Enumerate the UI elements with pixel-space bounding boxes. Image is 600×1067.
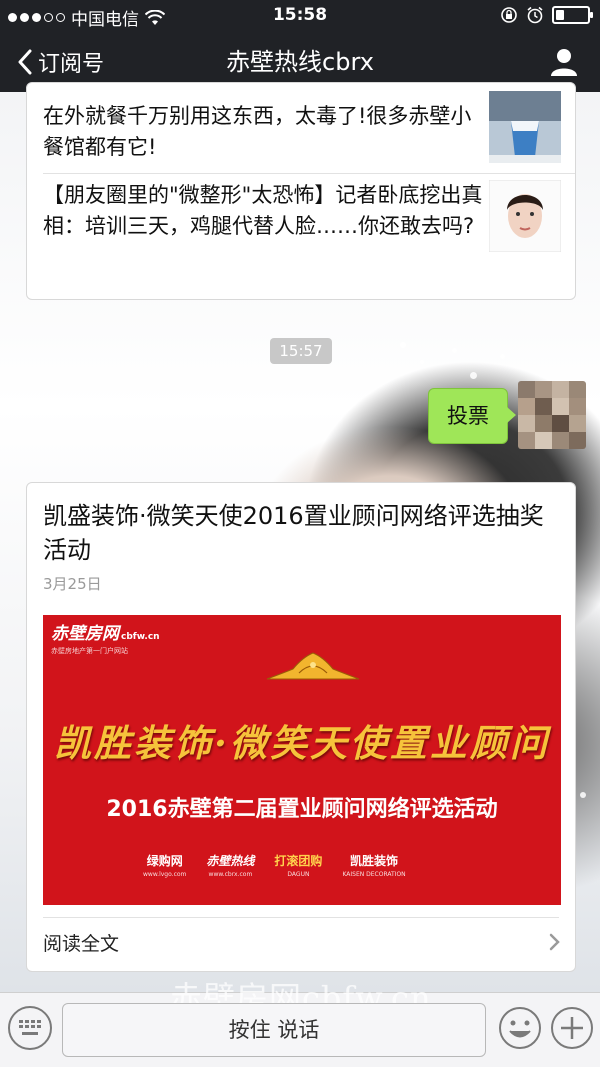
article-list-title: 【朋友圈里的"微整形"太恐怖】记者卧底挖出真相：培训三天，鸡腿代替人脸……你还敢… [43,183,483,238]
article-list-item[interactable]: 【朋友圈里的"微整形"太恐怖】记者卧底挖出真相：培训三天，鸡腿代替人脸……你还敢… [27,174,575,299]
emoji-icon[interactable] [498,1006,542,1050]
avatar[interactable] [518,381,586,449]
sponsor-logo: 绿购网 www.lvgo.com [143,854,187,879]
crown-ornament-icon [266,652,360,680]
sponsor-logo: 赤壁热线 www.cbrx.com [206,854,255,879]
chat-timestamp: 15:57 [270,338,332,364]
face-photo-thumb [489,180,561,252]
alarm-icon [527,6,543,24]
sponsor-logo: 凯胜装饰 KAISEN DECORATION [342,854,406,879]
read-full-article-link[interactable]: 阅读全文 [43,929,119,956]
rotation-lock-icon [501,7,517,23]
cup-photo-thumb [489,91,561,163]
article-list-item[interactable]: 在外就餐千万别用这东西，太毒了!很多赤壁小餐馆都有它! [27,83,575,173]
article-cover-banner: 赤壁房网 cbfw.cn 赤壁房地产第一门户网站 凯胜装饰·微笑天使置业顾问 20… [43,615,561,905]
plus-icon[interactable] [550,1006,594,1050]
divider [43,917,559,918]
banner-logo: 赤壁房网 cbfw.cn 赤壁房地产第一门户网站 [51,624,160,655]
outgoing-message-bubble[interactable]: 投票 [428,388,516,444]
article-title: 凯盛装饰·微笑天使2016置业顾问网络评选抽奖活动 [43,502,544,564]
keyboard-toggle-button[interactable] [8,1006,52,1050]
keyboard-icon [19,1020,41,1035]
sponsor-logo: 打滚团购 DAGUN [274,854,323,879]
chevron-right-icon [549,933,560,951]
battery-icon [552,6,593,24]
hold-to-talk-button[interactable]: 按住 说话 [62,1003,486,1057]
status-bar: 中国电信 15:58 [0,0,600,32]
article-list-card: 在外就餐千万别用这东西，太毒了!很多赤壁小餐馆都有它! 【朋友圈里的"微整形"太… [26,82,576,300]
article-card[interactable]: 凯盛装饰·微笑天使2016置业顾问网络评选抽奖活动 3月25日 赤壁房网 cbfw… [26,482,576,972]
user-profile-icon[interactable] [548,46,580,78]
input-bar: 赤壁房网cbfw.cn 按住 说话 [0,979,600,1067]
sponsor-logos: 绿购网 www.lvgo.com 赤壁热线 www.cbrx.com 打滚团购 DAG… [143,855,406,881]
article-date: 3月25日 [43,575,102,593]
banner-subtitle: 2016赤壁第二届置业顾问网络评选活动 [106,797,498,822]
back-label: 订阅号 [38,52,105,77]
chevron-left-icon [18,49,32,75]
article-list-title: 在外就餐千万别用这东西，太毒了!很多赤壁小餐馆都有它! [43,104,472,159]
banner-headline: 凯胜装饰·微笑天使置业顾问 [54,721,550,765]
